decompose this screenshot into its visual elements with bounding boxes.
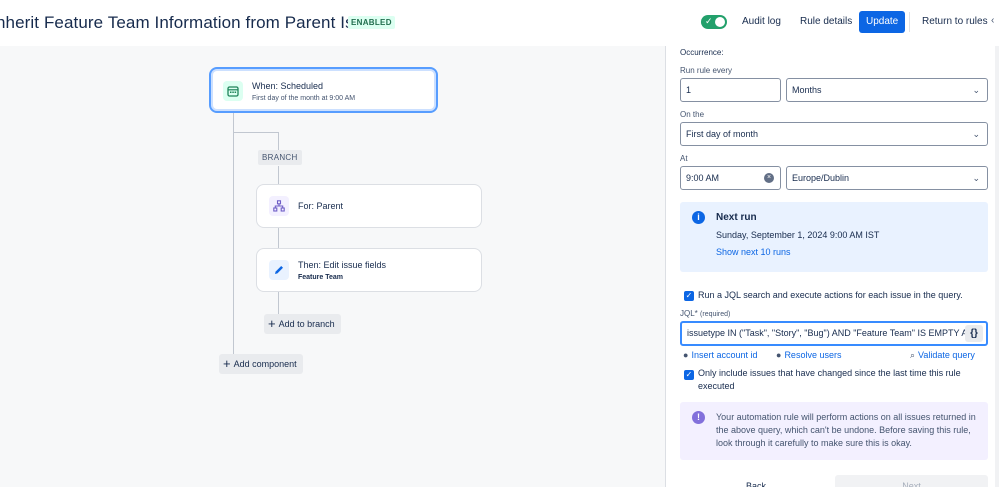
on-the-value: First day of month <box>686 129 759 139</box>
audit-log-button[interactable]: Audit log <box>735 11 788 33</box>
search-icon: ⌕ <box>910 350 916 360</box>
trigger-title: When: Scheduled <box>252 81 324 91</box>
status-badge: ENABLED <box>348 16 395 29</box>
resolve-users-label: Resolve users <box>784 350 842 360</box>
info-icon: i <box>692 211 705 224</box>
header-bar: nherit Feature Team Information from Par… <box>0 0 999 46</box>
validate-query-link[interactable]: ⌕ Validate query <box>910 350 975 361</box>
jql-label-text: JQL* <box>680 309 698 318</box>
period-select[interactable]: Months ⌄ <box>786 78 988 102</box>
rule-title[interactable]: nherit Feature Team Information from Par… <box>0 13 381 33</box>
branch-connector-v1 <box>278 132 279 150</box>
next-run-panel: i Next run Sunday, September 1, 2024 9:0… <box>680 202 988 272</box>
run-every-input[interactable]: 1 <box>680 78 781 102</box>
on-the-label: On the <box>680 110 705 119</box>
add-to-branch-label: Add to branch <box>278 319 335 329</box>
toggle-knob <box>715 17 725 27</box>
warning-text: Your automation rule will perform action… <box>716 412 976 448</box>
branch-node-title: For: Parent <box>298 201 344 211</box>
action-node-title: Then: Edit issue fields <box>298 260 387 270</box>
occurrence-label: Occurrence: <box>680 48 724 57</box>
branch-label: BRANCH <box>258 150 302 165</box>
timezone-select[interactable]: Europe/Dublin ⌄ <box>786 166 988 190</box>
back-button[interactable]: Back <box>680 475 832 487</box>
timezone-value: Europe/Dublin <box>792 173 850 183</box>
warning-panel: ! Your automation rule will perform acti… <box>680 402 988 460</box>
next-run-title: Next run <box>716 212 757 223</box>
warning-icon: ! <box>692 411 705 424</box>
insert-account-id-label: Insert account id <box>691 350 758 360</box>
run-every-label: Run rule every <box>680 66 733 75</box>
jql-label: JQL* (required) <box>680 309 730 318</box>
user-icon: ● <box>683 350 689 360</box>
jql-checkbox-label: Run a JQL search and execute actions for… <box>698 290 963 300</box>
branch-connector-v3 <box>278 228 279 248</box>
next-button[interactable]: Next <box>835 475 988 487</box>
at-label: At <box>680 154 688 163</box>
header-divider <box>909 12 910 32</box>
check-icon: ✓ <box>705 16 713 26</box>
next-run-date: Sunday, September 1, 2024 9:00 AM IST <box>716 230 880 240</box>
action-node[interactable]: Then: Edit issue fields Feature Team <box>256 248 482 292</box>
rule-canvas: When: Scheduled First day of the month a… <box>0 46 665 487</box>
collapse-panel-icon[interactable]: ‹ <box>991 15 994 26</box>
clear-icon[interactable]: × <box>764 173 774 183</box>
users-icon: ● <box>776 350 782 360</box>
jql-required-text: (required) <box>700 311 731 318</box>
time-select[interactable]: 9:00 AM × <box>680 166 781 190</box>
jql-value: issuetype IN ("Task", "Story", "Bug") AN… <box>687 328 981 338</box>
chevron-down-icon: ⌄ <box>972 173 980 183</box>
chevron-down-icon: ⌄ <box>972 85 980 95</box>
hierarchy-icon <box>269 196 289 216</box>
update-button[interactable]: Update <box>859 11 906 33</box>
insert-account-id-link[interactable]: ● Insert account id <box>683 350 757 360</box>
chevron-down-icon: ⌄ <box>972 129 980 139</box>
jql-checkbox[interactable]: ✓ <box>684 291 694 301</box>
rule-details-button[interactable]: Rule details <box>793 11 859 33</box>
trigger-node[interactable]: When: Scheduled First day of the month a… <box>209 67 438 113</box>
smart-values-button[interactable]: {} <box>965 325 983 342</box>
on-the-select[interactable]: First day of month ⌄ <box>680 122 988 146</box>
pencil-icon <box>269 260 289 280</box>
changed-only-checkbox[interactable]: ✓ <box>684 370 694 380</box>
plus-icon: + <box>268 316 276 331</box>
validate-query-label: Validate query <box>918 350 975 360</box>
period-value: Months <box>792 85 822 95</box>
branch-connector-v2 <box>278 166 279 184</box>
jql-input[interactable]: issuetype IN ("Task", "Story", "Bug") AN… <box>680 321 988 346</box>
branch-connector-v4 <box>278 292 279 314</box>
show-next-runs-link[interactable]: Show next 10 runs <box>716 247 791 257</box>
branch-node[interactable]: For: Parent <box>256 184 482 228</box>
action-node-subtitle: Feature Team <box>298 274 343 281</box>
add-component-label: Add component <box>233 359 297 369</box>
calendar-icon <box>223 81 243 101</box>
main-connector <box>233 112 234 366</box>
time-value: 9:00 AM <box>686 173 720 183</box>
add-component-button[interactable]: + Add component <box>219 354 303 374</box>
trigger-subtitle: First day of the month at 9:00 AM <box>252 95 356 102</box>
panel-scrollbar[interactable] <box>995 46 999 487</box>
changed-only-label: Only include issues that have changed si… <box>698 368 961 391</box>
resolve-users-link[interactable]: ● Resolve users <box>776 350 841 360</box>
return-to-rules-button[interactable]: Return to rules <box>915 11 995 33</box>
plus-icon: + <box>223 356 231 371</box>
add-to-branch-button[interactable]: + Add to branch <box>264 314 341 334</box>
enable-toggle[interactable]: ✓ <box>701 15 727 29</box>
branch-connector-h <box>233 132 279 133</box>
